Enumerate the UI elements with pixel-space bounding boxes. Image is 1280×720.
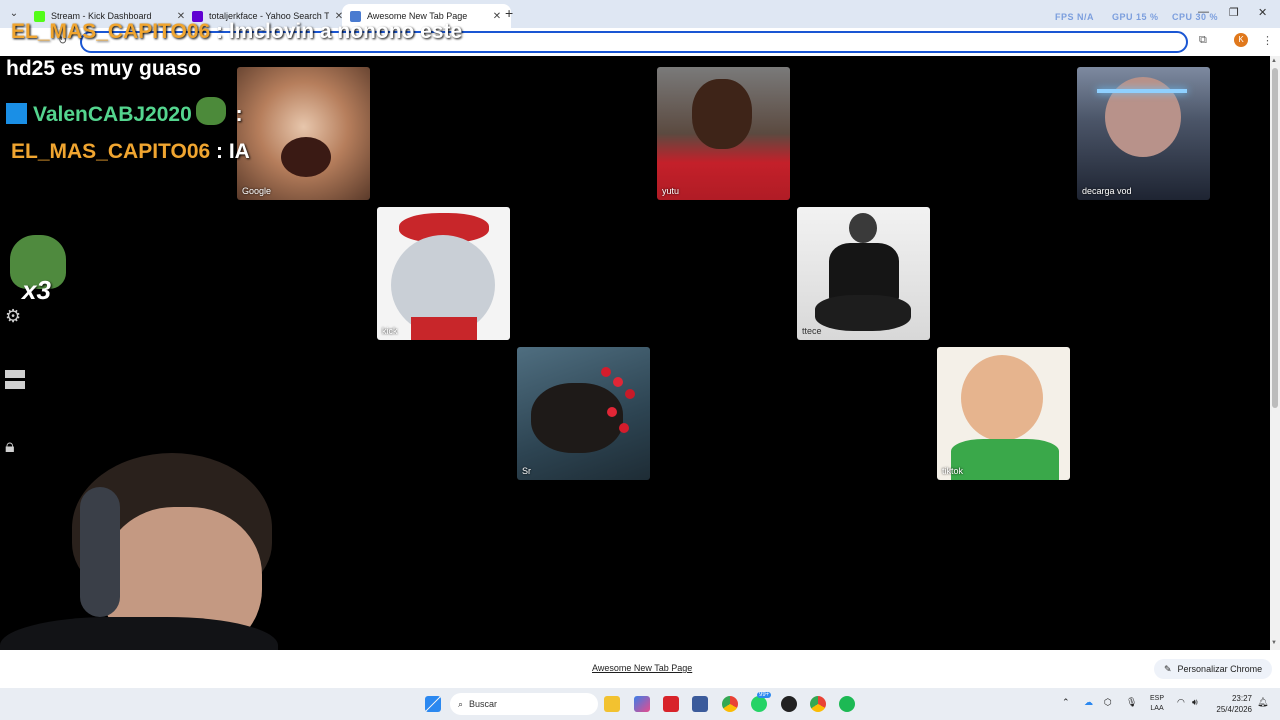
clock-time: 23:27 bbox=[1231, 694, 1252, 703]
gpu-stat: GPU 15 % bbox=[1112, 12, 1159, 22]
search-placeholder: Buscar bbox=[469, 699, 498, 709]
tile-image-detail bbox=[829, 243, 899, 303]
language-indicator[interactable]: ESP LAA bbox=[1150, 694, 1164, 714]
chrome-icon[interactable] bbox=[810, 696, 826, 712]
chat-text: lmclovin a nonono este bbox=[228, 20, 463, 43]
tray-chevron-icon[interactable]: ⌃ bbox=[1062, 697, 1070, 708]
emote-count: x3 bbox=[22, 275, 51, 305]
store-icon[interactable] bbox=[634, 696, 650, 712]
search-icon: ⌕ bbox=[458, 698, 464, 709]
network-icon[interactable]: ⬡ bbox=[1104, 697, 1112, 708]
chat-separator: : bbox=[229, 103, 243, 126]
fps-stat: FPS N/A bbox=[1055, 12, 1095, 22]
layout-icon[interactable] bbox=[5, 370, 25, 390]
customize-label: Personalizar Chrome bbox=[1177, 664, 1263, 674]
shortcut-tile-kick[interactable]: kick bbox=[377, 207, 510, 340]
whatsapp-icon[interactable] bbox=[751, 696, 767, 712]
chat-separator: : bbox=[210, 140, 229, 163]
chat-message: EL_MAS_CAPITO06 : lmclovin a nonono este bbox=[11, 20, 462, 44]
lang-top: ESP bbox=[1150, 695, 1165, 702]
shortcut-tile-youtube[interactable]: yutu bbox=[657, 67, 790, 200]
taskbar-clock[interactable]: 23:27 25/4/2026 bbox=[1212, 693, 1252, 715]
shortcut-tile-download-vod[interactable]: decarga vod bbox=[1077, 67, 1210, 200]
profile-avatar[interactable]: K bbox=[1234, 33, 1248, 47]
menu-icon[interactable]: ⋮ bbox=[1262, 34, 1273, 47]
layout-bar bbox=[5, 370, 25, 378]
notification-badge: 99+ bbox=[757, 692, 772, 698]
pencil-icon: ✎ bbox=[1164, 663, 1172, 674]
chat-separator: : bbox=[210, 20, 229, 43]
scroll-up-icon[interactable]: ▲ bbox=[1271, 58, 1277, 64]
tile-image-detail bbox=[951, 439, 1059, 480]
windows-start-icon[interactable] bbox=[425, 696, 441, 712]
heart-icon bbox=[601, 367, 611, 377]
extensions-icon[interactable]: ⧉ bbox=[1199, 34, 1207, 47]
spotify-icon[interactable] bbox=[839, 696, 855, 712]
close-tab-icon[interactable]: ✕ bbox=[491, 11, 503, 22]
chat-text: hd25 es muy guaso bbox=[6, 57, 201, 80]
clock-date: 25/4/2026 bbox=[1216, 705, 1252, 714]
tile-image-detail bbox=[849, 213, 877, 243]
chat-text: IA bbox=[228, 140, 250, 163]
tile-label: ttece bbox=[802, 326, 822, 336]
verified-badge-icon bbox=[6, 103, 27, 124]
new-tab-button[interactable]: + bbox=[505, 5, 513, 21]
layout-bar bbox=[5, 381, 25, 389]
chat-username: EL_MAS_CAPITO06 bbox=[11, 140, 211, 163]
tile-label: tiktok bbox=[942, 466, 964, 476]
wifi-icon[interactable]: ◠ bbox=[1177, 697, 1185, 708]
tile-image-detail bbox=[281, 137, 331, 177]
tile-image-detail bbox=[815, 295, 911, 331]
apps-icon[interactable] bbox=[692, 696, 708, 712]
tile-label: Google bbox=[242, 186, 272, 196]
microphone-icon[interactable]: 🎙︎ bbox=[1126, 697, 1137, 708]
steam-icon[interactable] bbox=[781, 696, 797, 712]
tile-image-detail bbox=[692, 79, 752, 149]
close-window-icon[interactable]: ✕ bbox=[1258, 6, 1267, 19]
chrome-icon[interactable] bbox=[722, 696, 738, 712]
tile-image bbox=[237, 67, 370, 200]
notifications-icon[interactable]: 🔔︎ bbox=[1257, 697, 1268, 708]
cpu-stat: CPU 30 % bbox=[1172, 12, 1219, 22]
windows-taskbar: ⌕ Buscar 99+ ⌃ ☁ ⬡ 🎙︎ ESP LAA ◠ 🔊︎ 23:27… bbox=[0, 688, 1280, 720]
chat-message: hd25 es muy guaso bbox=[6, 57, 201, 81]
pepe-emote-combo: x3 bbox=[6, 233, 66, 305]
tile-image-detail bbox=[531, 383, 623, 453]
customize-chrome-button[interactable]: ✎ Personalizar Chrome bbox=[1154, 659, 1273, 679]
office-icon[interactable] bbox=[663, 696, 679, 712]
tile-image-detail bbox=[1097, 89, 1187, 93]
shortcut-tile-sr[interactable]: Sr bbox=[517, 347, 650, 480]
taskbar-search[interactable]: ⌕ Buscar bbox=[450, 693, 598, 715]
volume-icon[interactable]: 🔊︎ bbox=[1192, 697, 1198, 708]
page-scrollbar[interactable]: ▲ ▼ bbox=[1270, 56, 1280, 650]
restore-icon[interactable]: ❐ bbox=[1229, 6, 1239, 19]
shortcut-tile-ttece[interactable]: ttece bbox=[797, 207, 930, 340]
tile-label: yutu bbox=[662, 186, 680, 196]
minimize-icon[interactable]: — bbox=[1198, 6, 1209, 18]
footer-link[interactable]: Awesome New Tab Page bbox=[592, 663, 692, 673]
tile-label: Sr bbox=[522, 466, 531, 476]
lang-bottom: LAA bbox=[1150, 705, 1164, 712]
chat-message: ValenCABJ2020 : bbox=[6, 97, 243, 127]
headphone-icon bbox=[80, 487, 120, 617]
page-footer: Awesome New Tab Page ✎ Personalizar Chro… bbox=[0, 650, 1280, 688]
tile-image-detail bbox=[411, 317, 477, 340]
tile-image-detail bbox=[961, 355, 1043, 441]
shortcut-tile-tiktok[interactable]: tiktok bbox=[937, 347, 1070, 480]
chat-username: EL_MAS_CAPITO06 bbox=[11, 20, 211, 43]
chat-username: ValenCABJ2020 bbox=[33, 103, 192, 126]
gear-icon[interactable]: ⚙ bbox=[5, 306, 21, 327]
file-explorer-icon[interactable] bbox=[604, 696, 620, 712]
chat-message: EL_MAS_CAPITO06 : IA bbox=[11, 140, 250, 164]
shortcut-tile-google[interactable]: Google bbox=[237, 67, 370, 200]
onedrive-icon[interactable]: ☁ bbox=[1084, 697, 1093, 708]
tile-label: kick bbox=[382, 326, 398, 336]
tile-label: decarga vod bbox=[1082, 186, 1132, 196]
scroll-down-icon[interactable]: ▼ bbox=[1271, 640, 1277, 646]
scroll-thumb[interactable] bbox=[1272, 68, 1278, 408]
pepe-emote-icon bbox=[195, 97, 226, 125]
